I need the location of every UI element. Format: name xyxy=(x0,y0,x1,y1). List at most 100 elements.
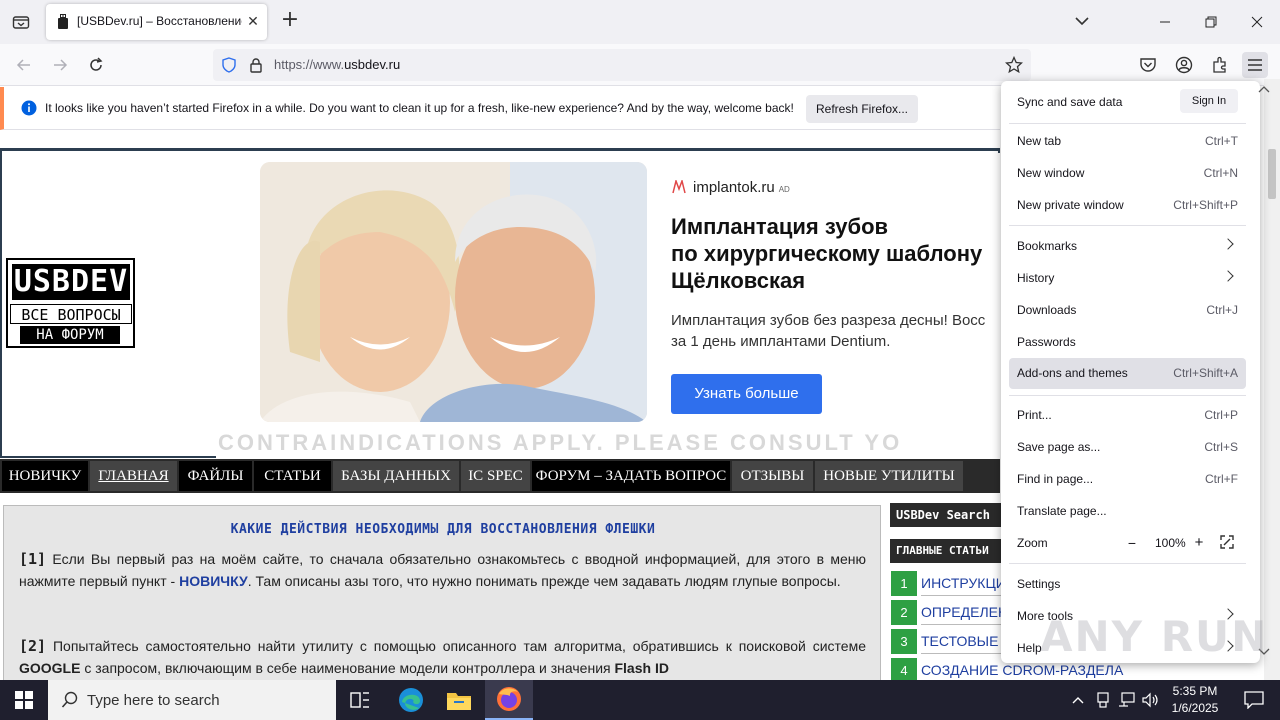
ad-brand[interactable]: implantok.ru AD xyxy=(671,178,790,196)
article: КАКИЕ ДЕЙСТВИЯ НЕОБХОДИМЫ ДЛЯ ВОССТАНОВЛ… xyxy=(3,505,881,680)
account-icon[interactable] xyxy=(1171,52,1197,78)
firefox-icon[interactable] xyxy=(485,680,533,720)
logo-subtext: ВСЕ ВОПРОСЫ xyxy=(10,304,132,324)
menu-item-label: Help xyxy=(1017,641,1042,655)
menu-item-label: New tab xyxy=(1017,134,1062,148)
menu-item-ic-spec[interactable]: IC SPEC xyxy=(461,461,530,491)
network-icon[interactable] xyxy=(1114,680,1140,720)
menu-item-stati[interactable]: СТАТЬИ xyxy=(254,461,331,491)
chevron-down-icon[interactable] xyxy=(1071,10,1093,32)
chevron-right-icon xyxy=(1222,270,1234,282)
menu-item-new-private-window[interactable]: New private window Ctrl+Shift+P xyxy=(1009,190,1246,220)
menu-item-addons-and-themes[interactable]: Add-ons and themes Ctrl+Shift+A xyxy=(1009,358,1246,389)
menu-item-new-window[interactable]: New window Ctrl+N xyxy=(1009,158,1246,188)
tracking-shield-icon[interactable] xyxy=(221,57,237,77)
sign-in-button[interactable]: Sign In xyxy=(1180,89,1238,113)
menu-item-find-in-page[interactable]: Find in page... Ctrl+F xyxy=(1009,464,1246,494)
menu-item-print[interactable]: Print... Ctrl+P xyxy=(1009,400,1246,430)
restore-icon[interactable] xyxy=(1188,0,1234,44)
ad-badge: AD xyxy=(778,185,790,194)
menu-item-zoom: Zoom − 100% + xyxy=(1009,528,1246,558)
ad-headline[interactable]: Имплантация зубов по хирургическому шабл… xyxy=(671,213,1000,294)
menu-item-faily[interactable]: ФАЙЛЫ xyxy=(179,461,252,491)
windows-start-icon[interactable] xyxy=(0,680,48,720)
usb-device-icon[interactable] xyxy=(1090,680,1116,720)
menu-item-translate-page[interactable]: Translate page... xyxy=(1009,496,1246,526)
site-favicon-icon xyxy=(56,14,70,30)
menu-item-label: Bookmarks xyxy=(1017,239,1078,253)
refresh-firefox-button[interactable]: Refresh Firefox... xyxy=(806,95,918,123)
menu-item-label: Save page as... xyxy=(1017,440,1101,454)
menu-item-passwords[interactable]: Passwords xyxy=(1009,327,1246,357)
advertisement[interactable]: implantok.ru AD Имплантация зубов по хиру… xyxy=(216,153,1000,458)
ad-headline-line: Щёлковская xyxy=(671,268,806,293)
tab-list-icon[interactable] xyxy=(8,9,34,35)
ad-description-line: Имплантация зубов без разреза десны! Вос… xyxy=(671,312,986,329)
edge-icon[interactable] xyxy=(387,680,435,720)
site-logo[interactable]: USBDEV ВСЕ ВОПРОСЫ НА ФОРУМ xyxy=(6,258,135,348)
url-bar[interactable]: https://www.usbdev.ru xyxy=(213,49,1031,81)
tab-active[interactable]: [USBDev.ru] – Восстановление ✕ xyxy=(46,4,267,40)
search-header: USBDev Search xyxy=(890,503,1010,527)
menu-item-label: New private window xyxy=(1017,198,1124,212)
pocket-icon[interactable] xyxy=(1135,52,1161,78)
menu-item-downloads[interactable]: Downloads Ctrl+J xyxy=(1009,295,1246,325)
forward-arrow-icon[interactable] xyxy=(47,52,73,78)
google-keyword: GOOGLE xyxy=(19,660,81,676)
menu-item-label: Zoom xyxy=(1017,536,1048,550)
window-close-icon[interactable] xyxy=(1234,0,1280,44)
zoom-in-button[interactable]: + xyxy=(1190,534,1208,552)
notifications-icon[interactable] xyxy=(1230,680,1278,720)
menu-item-bookmarks[interactable]: Bookmarks xyxy=(1009,231,1246,261)
menu-item-glavnaya[interactable]: ГЛАВНАЯ xyxy=(90,461,177,491)
info-icon xyxy=(21,100,37,120)
menu-item-settings[interactable]: Settings xyxy=(1009,569,1246,599)
close-icon[interactable]: ✕ xyxy=(244,13,262,31)
star-icon[interactable] xyxy=(1004,55,1024,78)
menu-divider xyxy=(1009,563,1246,564)
item-number: 1 xyxy=(891,571,917,596)
menu-item-history[interactable]: History xyxy=(1009,263,1246,293)
menu-item-label: History xyxy=(1017,271,1055,285)
taskbar-search[interactable]: Type here to search xyxy=(48,680,336,720)
menu-item-novichku[interactable]: НОВИЧКУ xyxy=(2,461,88,491)
ad-disclaimer: CONTRAINDICATIONS APPLY. PLEASE CONSULT … xyxy=(218,430,903,455)
ad-image[interactable] xyxy=(260,162,647,422)
ad-headline-line: по хирургическому шаблону xyxy=(671,241,983,266)
novichku-link[interactable]: НОВИЧКУ xyxy=(179,573,248,589)
logo-subtext-2: НА ФОРУМ xyxy=(20,326,120,344)
zoom-out-button[interactable]: − xyxy=(1123,534,1141,552)
article-paragraph-1: [1] Если Вы первый раз на моём сайте, то… xyxy=(19,548,866,592)
notification-message: It looks like you haven’t started Firefo… xyxy=(45,101,794,115)
back-arrow-icon[interactable] xyxy=(11,52,37,78)
taskbar-clock[interactable]: 5:35 PM 1/6/2025 xyxy=(1167,683,1223,717)
item-number: 2 xyxy=(891,600,917,625)
url-text[interactable]: https://www.usbdev.ru xyxy=(274,57,400,72)
clock-time: 5:35 PM xyxy=(1172,684,1218,698)
menu-item-save-page[interactable]: Save page as... Ctrl+S xyxy=(1009,432,1246,462)
menu-item-shortcut: Ctrl+T xyxy=(1205,134,1238,148)
hamburger-menu-icon[interactable] xyxy=(1242,52,1268,78)
lock-icon[interactable] xyxy=(249,57,263,77)
menu-item-novye-utility[interactable]: НОВЫЕ УТИЛИТЫ xyxy=(815,461,963,491)
taskbar: Type here to search 5:35 PM 1/6/2025 xyxy=(0,680,1280,720)
menu-item-label: Translate page... xyxy=(1017,504,1107,518)
fullscreen-icon[interactable] xyxy=(1220,535,1234,552)
plus-icon[interactable]: + xyxy=(279,9,301,32)
volume-icon[interactable] xyxy=(1138,680,1164,720)
menu-item-bazy-dannyh[interactable]: БАЗЫ ДАННЫХ xyxy=(333,461,459,491)
ad-cta-button[interactable]: Узнать больше xyxy=(671,374,822,414)
menu-scrollbar[interactable] xyxy=(1256,81,1272,663)
menu-item-otzyvy[interactable]: ОТЗЫВЫ xyxy=(732,461,813,491)
menu-divider xyxy=(1009,225,1246,226)
reload-icon[interactable] xyxy=(83,52,109,78)
file-explorer-icon[interactable] xyxy=(435,680,483,720)
item-number: 3 xyxy=(891,629,917,654)
task-view-icon[interactable] xyxy=(336,680,384,720)
extensions-icon[interactable] xyxy=(1207,52,1233,78)
clock-date: 1/6/2025 xyxy=(1171,701,1219,715)
menu-item-forum[interactable]: ФОРУМ – ЗАДАТЬ ВОПРОС xyxy=(532,461,730,491)
zoom-level[interactable]: 100% xyxy=(1155,536,1186,550)
menu-item-new-tab[interactable]: New tab Ctrl+T xyxy=(1009,126,1246,156)
minimize-icon[interactable] xyxy=(1142,0,1188,44)
